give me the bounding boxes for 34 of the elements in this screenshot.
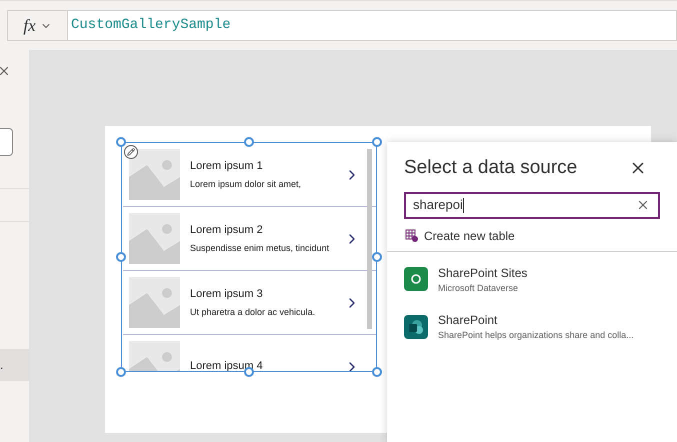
resize-handle[interactable] <box>244 137 254 147</box>
item-subtitle: Suspendisse enim metus, tincidunt <box>190 242 330 255</box>
source-description: Microsoft Dataverse <box>438 282 520 294</box>
image-placeholder-icon <box>129 213 180 264</box>
resize-handle[interactable] <box>372 252 382 262</box>
data-source-item[interactable]: SharePoint Sites Microsoft Dataverse <box>387 264 677 295</box>
scrollbar[interactable] <box>367 149 372 329</box>
resize-handle[interactable] <box>116 367 126 377</box>
item-title: Lorem ipsum 2 <box>190 223 264 238</box>
item-title: Lorem ipsum 3 <box>190 287 264 302</box>
resize-handle[interactable] <box>116 252 126 262</box>
panel-item[interactable]: . <box>0 349 30 381</box>
panel-title: Select a data source <box>404 156 578 180</box>
source-description: SharePoint helps organizations share and colla... <box>438 329 634 342</box>
item-subtitle: Ut pharetra a dolor ac vehicula. <box>190 306 316 319</box>
source-name: SharePoint <box>438 312 498 329</box>
resize-handle[interactable] <box>116 137 126 147</box>
gallery-row[interactable]: Lorem ipsum 3 Ut pharetra a dolor ac vehicula. <box>123 271 376 335</box>
search-field[interactable]: sharepoi <box>404 192 660 218</box>
edit-icon[interactable] <box>124 145 138 159</box>
close-icon[interactable] <box>0 64 11 78</box>
table-add-icon <box>405 229 418 242</box>
resize-handle[interactable] <box>372 367 382 377</box>
image-placeholder-icon <box>129 149 180 200</box>
data-source-item[interactable]: SharePoint SharePoint helps organizations share and colla... <box>387 311 677 342</box>
item-title: Lorem ipsum 1 <box>190 159 264 174</box>
item-subtitle: Lorem ipsum dolor sit amet, <box>190 178 302 191</box>
clear-icon[interactable] <box>636 198 650 212</box>
image-placeholder-icon <box>129 277 180 328</box>
resize-handle[interactable] <box>372 137 382 147</box>
dataverse-icon <box>404 267 428 292</box>
sharepoint-icon <box>404 314 428 339</box>
create-new-table-button[interactable]: Create new table <box>405 226 677 244</box>
source-name: SharePoint Sites <box>438 264 528 282</box>
